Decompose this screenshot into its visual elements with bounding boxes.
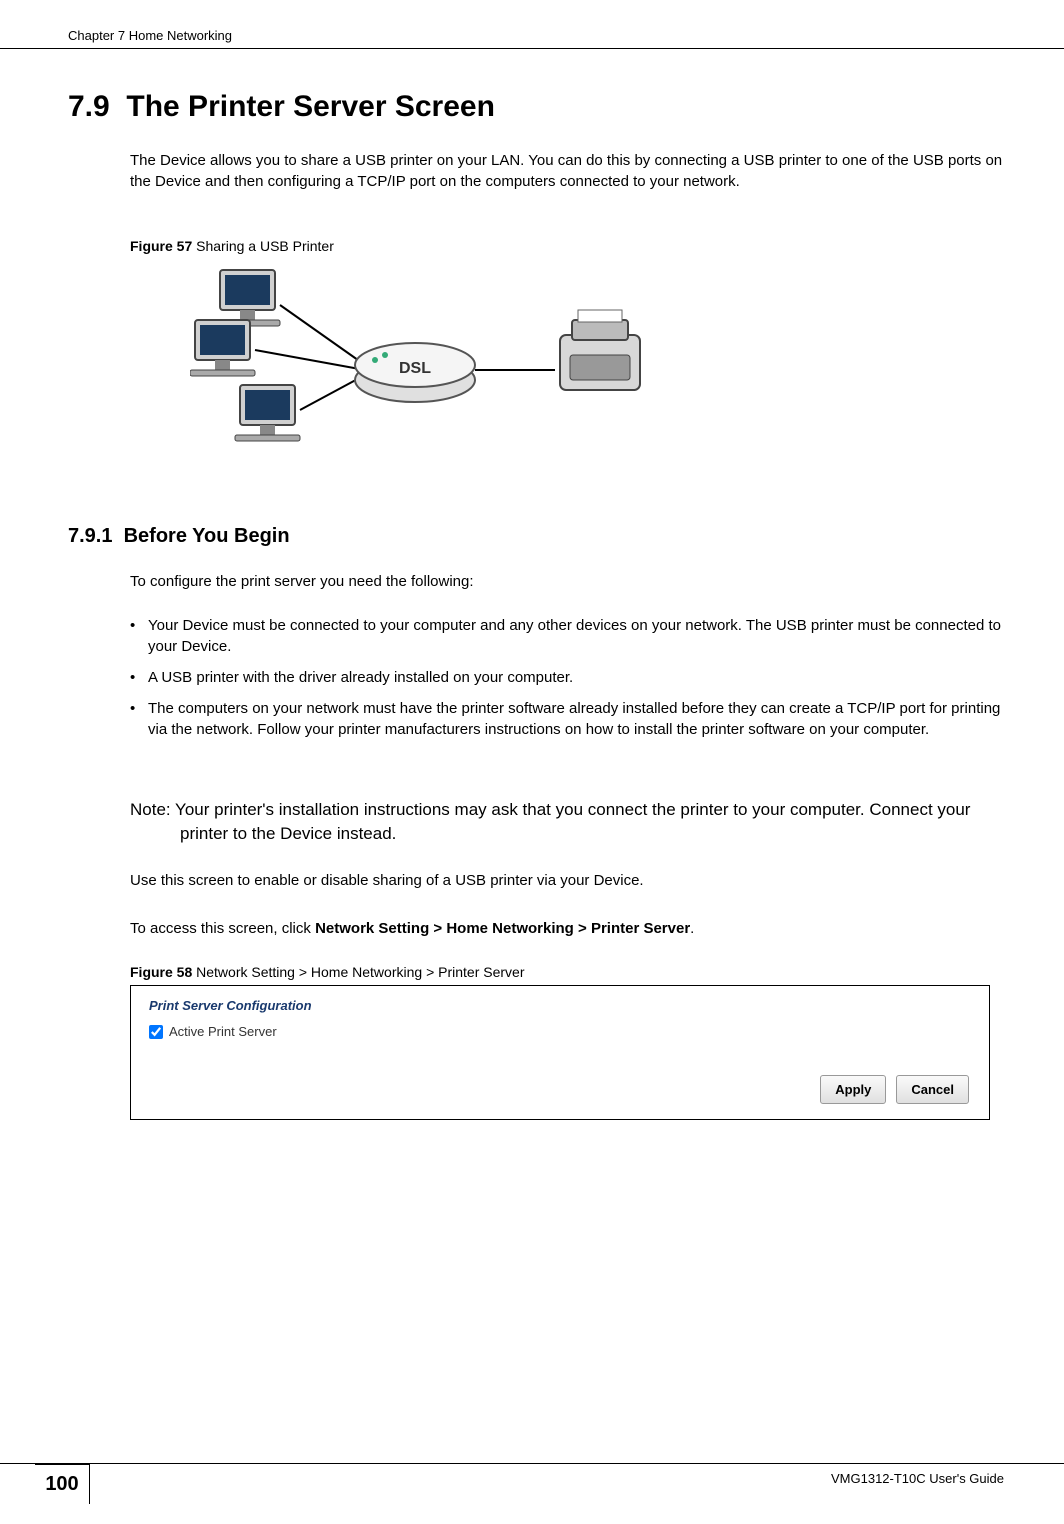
- access-screen-paragraph: To access this screen, click Network Set…: [130, 920, 694, 937]
- computer-icon: [190, 320, 255, 376]
- figure-title: Network Setting > Home Networking > Prin…: [192, 964, 524, 980]
- computer-icon: [235, 385, 300, 441]
- subsection-title: Before You Begin: [124, 525, 290, 547]
- computer-icon: [215, 270, 280, 326]
- figure-title: Sharing a USB Printer: [192, 238, 334, 254]
- breadcrumb-path: Network Setting > Home Networking > Prin…: [315, 920, 690, 937]
- checkbox-row: Active Print Server: [149, 1024, 277, 1039]
- section-heading: 7.9 The Printer Server Screen: [68, 90, 495, 124]
- list-item: A USB printer with the driver already in…: [130, 667, 1004, 688]
- figure-number: Figure 57: [130, 238, 192, 254]
- footer-divider: [0, 1463, 1064, 1464]
- list-item: Your Device must be connected to your co…: [130, 615, 1004, 657]
- usb-printer-diagram: DSL: [190, 265, 650, 465]
- cancel-button[interactable]: Cancel: [896, 1075, 969, 1104]
- figure-57-diagram: DSL: [190, 265, 650, 465]
- header-divider: [0, 48, 1064, 49]
- button-row: Apply Cancel: [820, 1075, 969, 1104]
- figure-58-caption: Figure 58 Network Setting > Home Network…: [130, 964, 525, 980]
- dsl-router-icon: DSL: [355, 343, 475, 402]
- note-paragraph: Note: Your printer's installation instru…: [130, 798, 1004, 846]
- active-print-server-checkbox[interactable]: [149, 1025, 163, 1039]
- access-suffix: .: [690, 920, 694, 937]
- use-screen-paragraph: Use this screen to enable or disable sha…: [130, 872, 644, 889]
- figure-58-screenshot: Print Server Configuration Active Print …: [130, 985, 990, 1120]
- chapter-label: Chapter 7 Home Networking: [68, 28, 232, 43]
- config-section-label: Print Server Configuration: [149, 998, 312, 1013]
- checkbox-label: Active Print Server: [169, 1024, 277, 1039]
- section-intro-paragraph: The Device allows you to share a USB pri…: [130, 150, 1004, 192]
- guide-label: VMG1312-T10C User's Guide: [831, 1471, 1004, 1486]
- section-number: 7.9: [68, 90, 110, 123]
- subsection-intro: To configure the print server you need t…: [130, 573, 474, 590]
- section-title: The Printer Server Screen: [126, 90, 495, 123]
- subsection-heading: 7.9.1 Before You Begin: [68, 525, 290, 548]
- printer-icon: [560, 310, 640, 390]
- list-item: The computers on your network must have …: [130, 698, 1004, 740]
- access-prefix: To access this screen, click: [130, 920, 315, 937]
- subsection-number: 7.9.1: [68, 525, 112, 547]
- requirements-list: Your Device must be connected to your co…: [130, 615, 1004, 750]
- page-number: 100: [35, 1464, 90, 1504]
- figure-number: Figure 58: [130, 964, 192, 980]
- figure-57-caption: Figure 57 Sharing a USB Printer: [130, 238, 334, 254]
- svg-text:DSL: DSL: [399, 360, 431, 377]
- apply-button[interactable]: Apply: [820, 1075, 886, 1104]
